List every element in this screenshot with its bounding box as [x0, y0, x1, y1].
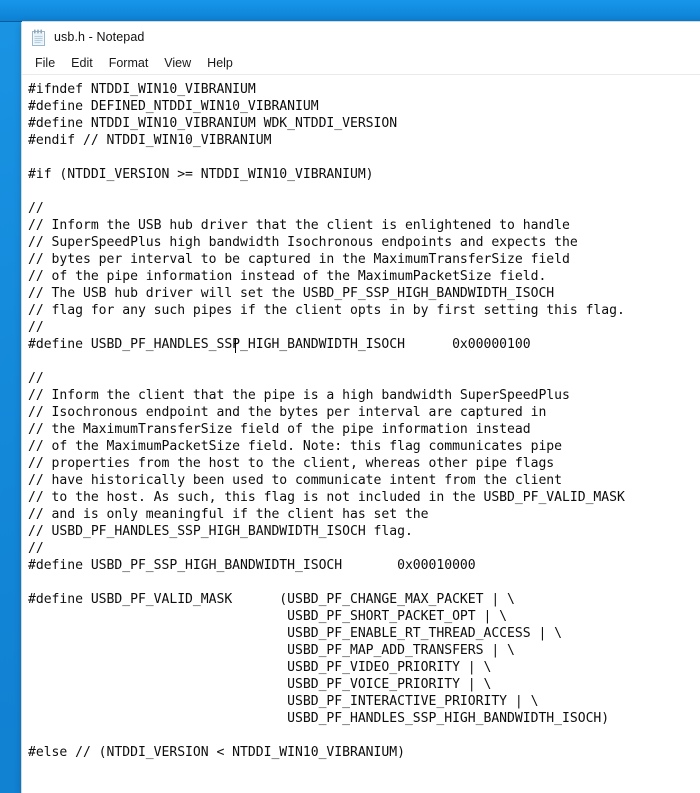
notepad-icon — [30, 29, 47, 47]
menu-item-view[interactable]: View — [156, 55, 199, 72]
menu-item-file[interactable]: File — [27, 55, 63, 72]
title-bar[interactable]: usb.h - Notepad — [22, 22, 700, 52]
window-title: usb.h - Notepad — [54, 30, 145, 44]
menu-bar[interactable]: File Edit Format View Help — [22, 52, 700, 74]
notepad-window[interactable]: usb.h - Notepad File Edit Format View He… — [22, 22, 700, 793]
desktop-top-band — [0, 0, 700, 22]
text-caret — [235, 339, 236, 353]
editor-content[interactable]: #ifndef NTDDI_WIN10_VIBRANIUM #define DE… — [28, 81, 700, 761]
text-editor-area[interactable]: #ifndef NTDDI_WIN10_VIBRANIUM #define DE… — [22, 75, 700, 792]
menu-item-edit[interactable]: Edit — [63, 55, 101, 72]
menu-item-format[interactable]: Format — [101, 55, 157, 72]
menu-item-help[interactable]: Help — [199, 55, 241, 72]
